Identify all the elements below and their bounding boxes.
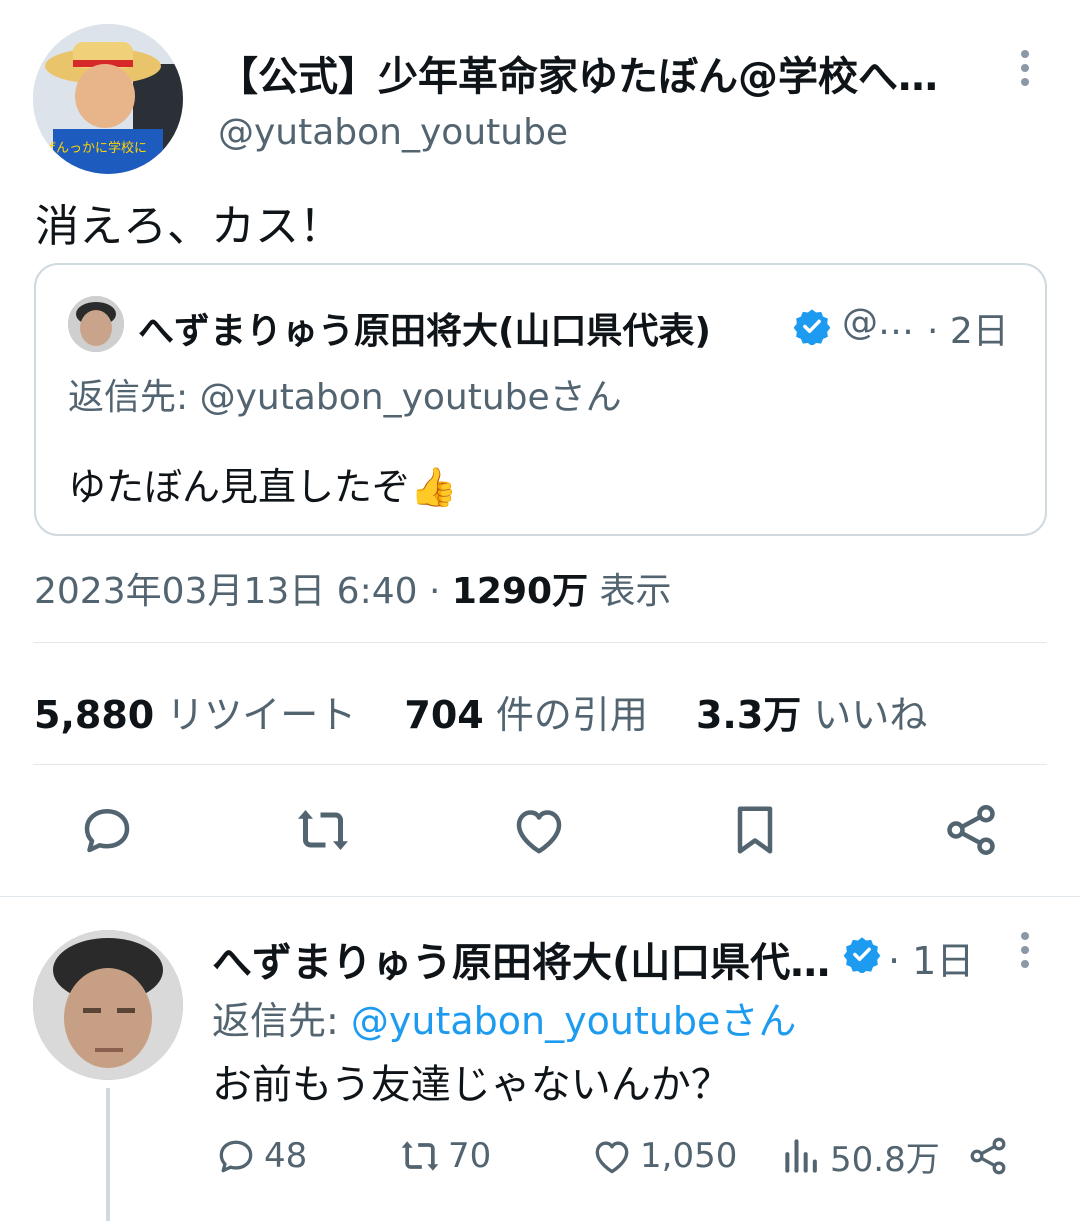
divider [33, 642, 1047, 643]
more-options-icon[interactable] [1010, 930, 1040, 970]
likes-label: いいね [813, 693, 928, 737]
reply-share-button[interactable] [966, 1134, 1016, 1178]
view-count: 50.8万 [830, 1139, 940, 1180]
quoted-reply-to: 返信先: @yutabon_youtubeさん [68, 377, 622, 418]
reply-to-mention[interactable]: @yutabon_youtubeさん [351, 999, 797, 1043]
author-name[interactable]: 【公式】少年革命家ゆたぼん@学校へ… [218, 44, 958, 102]
author-avatar[interactable]: ぜんっかに学校に [33, 24, 183, 174]
like-icon [595, 1141, 629, 1174]
reply-time[interactable]: · 1日 [888, 930, 974, 985]
tweet-timestamp[interactable]: 2023年03月13日 6:40 · [34, 571, 440, 612]
share-icon[interactable] [941, 800, 1001, 860]
tweet-meta: 2023年03月13日 6:40 · 1290万 表示 [34, 562, 672, 614]
quoted-author-avatar[interactable] [68, 296, 124, 352]
quoted-tweet-time[interactable]: · 2日 [927, 302, 1009, 354]
retweet-icon[interactable] [293, 800, 353, 860]
retweets-label: リツイート [166, 693, 357, 737]
reply-views-button[interactable]: 50.8万 [780, 1134, 940, 1180]
reply-count: 48 [264, 1136, 308, 1176]
author-handle[interactable]: @yutabon_youtube [218, 112, 568, 153]
quoted-tweet-text: ゆたぼん見直したぞ👍 [68, 465, 458, 509]
like-count: 1,050 [640, 1136, 738, 1176]
share-icon [970, 1137, 1006, 1175]
likes-count: 3.3万 [695, 693, 802, 737]
reply-icon [219, 1140, 253, 1173]
likes-stat[interactable]: 3.3万 いいね [696, 693, 927, 737]
verified-badge-icon [793, 307, 831, 347]
reply-author-avatar[interactable] [33, 930, 183, 1080]
thread-connector [106, 1088, 110, 1221]
engagement-stats: 5,880 リツイート 704 件の引用 3.3万 いいね [34, 684, 927, 739]
retweets-count: 5,880 [34, 693, 155, 737]
reply-icon[interactable] [77, 800, 137, 860]
quotes-stat[interactable]: 704 件の引用 [404, 693, 647, 737]
reply-author-name[interactable]: へずまりゅう原田将大(山口県代… [212, 930, 837, 988]
reply-reply-button[interactable]: 48 [214, 1134, 307, 1178]
reply-retweet-button[interactable]: 70 [398, 1134, 491, 1178]
reply-text: お前もう友達じゃないんか？ [212, 1062, 731, 1108]
views-count: 1290万 [451, 571, 589, 612]
views-label: 表示 [599, 571, 672, 612]
retweets-stat[interactable]: 5,880 リツイート [34, 693, 356, 737]
like-icon[interactable] [509, 800, 569, 860]
verified-badge-icon [843, 935, 881, 975]
bookmark-icon[interactable] [725, 800, 785, 860]
reply-to-prefix: 返信先: [212, 999, 339, 1043]
quotes-label: 件の引用 [495, 693, 648, 737]
divider [33, 764, 1047, 765]
views-icon [785, 1139, 817, 1173]
reply-to-line: 返信先: @yutabon_youtubeさん [212, 990, 796, 1045]
reply-like-button[interactable]: 1,050 [590, 1134, 737, 1178]
more-options-icon[interactable] [1010, 48, 1040, 88]
divider [0, 896, 1080, 897]
tweet-text: 消えろ、カス！ [35, 201, 343, 252]
retweet-icon [401, 1141, 439, 1171]
quoted-author-handle[interactable]: @… [842, 302, 914, 343]
avatar-caption: ぜんっかに学校に [43, 140, 147, 156]
quoted-author-name[interactable]: へずまりゅう原田将大(山口県代表) [138, 302, 711, 354]
retweet-count: 70 [448, 1136, 492, 1176]
quotes-count: 704 [404, 693, 484, 737]
